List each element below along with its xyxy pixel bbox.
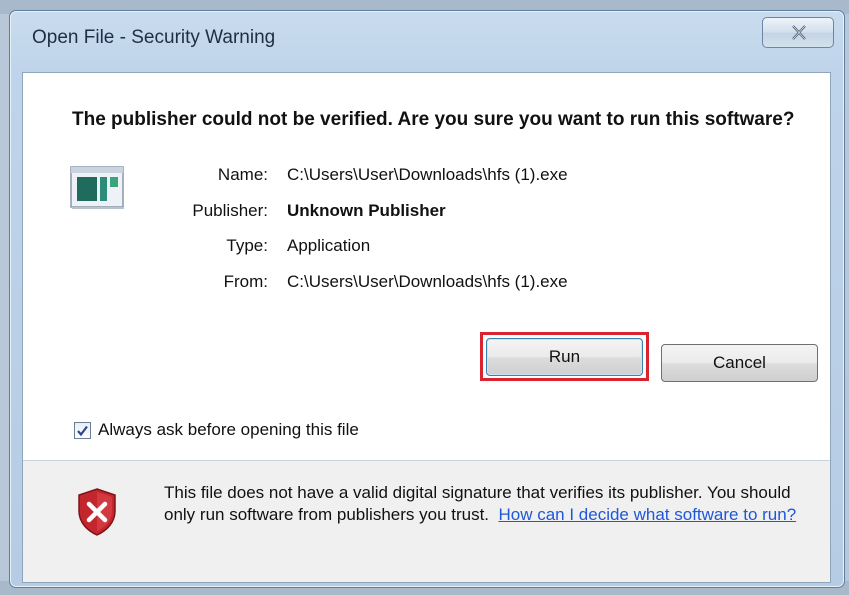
shield-warning-icon (78, 488, 116, 536)
detail-value: Application (287, 236, 371, 255)
dialog-body: The publisher could not be verified. Are… (22, 72, 831, 583)
dialog-title: Open File - Security Warning (32, 27, 276, 48)
footer-panel: This file does not have a valid digital … (23, 461, 830, 582)
detail-value: Unknown Publisher (287, 201, 446, 220)
checkmark-icon (77, 425, 88, 437)
detail-label: Type: (226, 236, 268, 255)
run-button[interactable]: Run (486, 338, 643, 376)
footer-message: This file does not have a valid digital … (164, 482, 824, 526)
close-icon (792, 25, 806, 40)
always-ask-label: Always ask before opening this file (98, 420, 359, 439)
detail-label: Publisher: (192, 201, 268, 220)
help-link[interactable]: How can I decide what software to run? (498, 505, 796, 524)
close-button[interactable] (762, 17, 834, 48)
cancel-button[interactable]: Cancel (661, 344, 818, 382)
always-ask-checkbox[interactable] (74, 422, 91, 439)
detail-label: From: (223, 272, 268, 291)
detail-value: C:\Users\User\Downloads\hfs (1).exe (287, 272, 568, 291)
title-bar[interactable]: Open File - Security Warning (10, 11, 844, 59)
detail-value: C:\Users\User\Downloads\hfs (1).exe (287, 165, 568, 184)
security-warning-dialog: Open File - Security Warning The publish… (9, 10, 845, 588)
warning-headline: The publisher could not be verified. Are… (72, 109, 795, 130)
detail-label: Name: (217, 165, 268, 184)
